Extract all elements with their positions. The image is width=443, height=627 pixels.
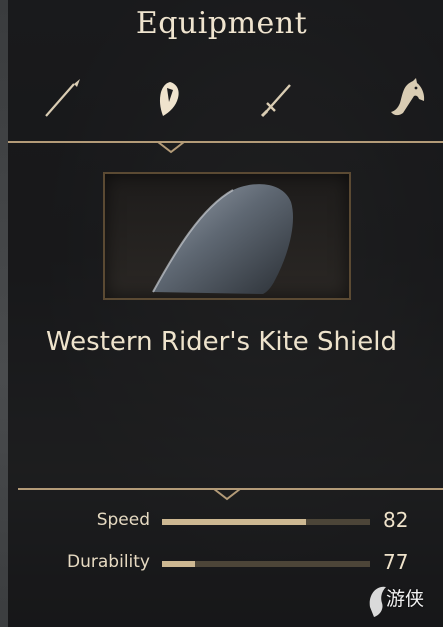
stat-bar-track <box>162 561 370 567</box>
stat-row-durability: Durability 77 <box>0 550 443 578</box>
item-name: Western Rider's Kite Shield <box>46 327 397 357</box>
horse-icon <box>391 78 425 116</box>
stat-bar-track <box>162 519 370 525</box>
stats-divider <box>18 488 443 501</box>
tab-shield[interactable] <box>140 70 196 126</box>
stat-bar-fill <box>162 519 306 525</box>
tab-sword[interactable] <box>248 70 304 126</box>
stat-value: 77 <box>383 550 409 574</box>
tab-mount[interactable] <box>378 70 434 126</box>
stat-bar-fill <box>162 561 196 567</box>
stat-value: 82 <box>383 508 409 532</box>
tab-divider <box>8 141 443 154</box>
stat-label: Speed <box>96 510 150 530</box>
sword-icon <box>260 84 291 118</box>
stat-label: Durability <box>67 552 150 572</box>
page-title: Equipment <box>135 6 308 41</box>
item-image-frame <box>103 172 351 300</box>
tab-weapons-polearm[interactable] <box>34 70 90 126</box>
stat-row-speed: Speed 82 <box>0 508 443 536</box>
equipment-tabs <box>0 70 443 128</box>
watermark-text: 游侠 <box>386 588 425 610</box>
kite-shield-image <box>152 184 294 294</box>
spear-icon <box>45 79 80 117</box>
shield-icon <box>159 82 179 116</box>
